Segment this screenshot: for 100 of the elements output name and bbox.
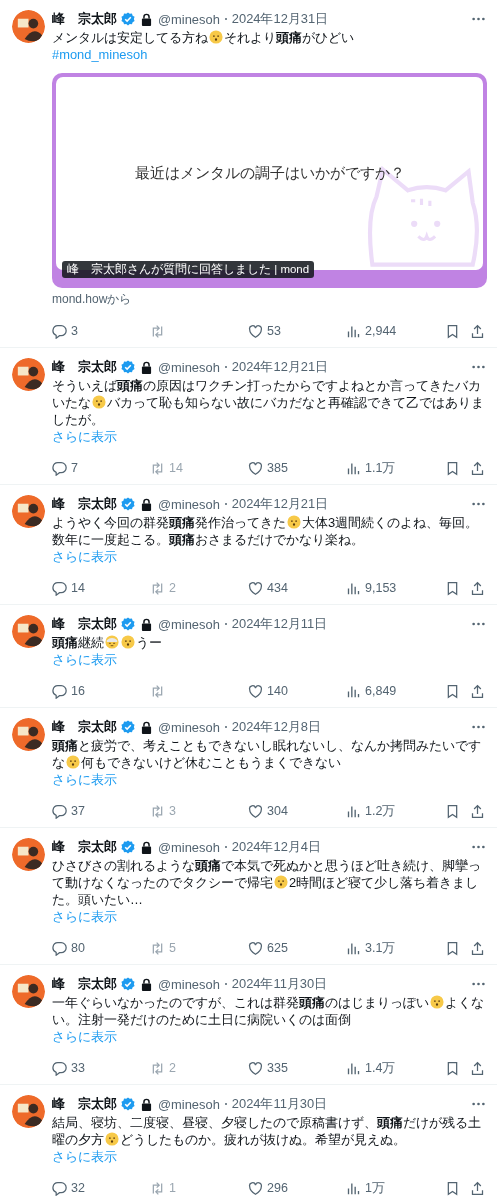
card-caption: 峰 宗太郎さんが質問に回答しました | mond <box>62 261 315 278</box>
more-icon[interactable] <box>472 725 485 729</box>
more-icon[interactable] <box>472 17 485 21</box>
link-card[interactable]: 最近はメンタルの調子はいかがですか？ 峰 宗太郎さんが質問に回答しました | mond <box>52 73 487 288</box>
post-text: 頭痛継続 うー <box>52 634 163 651</box>
more-icon[interactable] <box>472 365 485 369</box>
card-source[interactable]: mond.howから <box>52 291 132 308</box>
reply-icon[interactable] <box>52 940 67 956</box>
share-icon[interactable] <box>470 1060 485 1076</box>
repost-count: 1 <box>169 1181 176 1195</box>
face-emoji-icon <box>121 635 135 649</box>
bookmark-icon[interactable] <box>445 803 460 819</box>
author-name[interactable]: 峰 宗太郎 <box>52 1095 117 1113</box>
author-handle[interactable]: @minesoh <box>158 839 220 855</box>
bookmark-icon[interactable] <box>445 940 460 956</box>
more-icon[interactable] <box>472 845 485 849</box>
reply-count: 80 <box>71 941 85 955</box>
reply-count: 7 <box>71 461 78 475</box>
avatar[interactable] <box>12 495 45 528</box>
bookmark-icon[interactable] <box>445 580 460 596</box>
like-icon[interactable] <box>248 323 263 339</box>
share-icon[interactable] <box>470 683 485 699</box>
avatar[interactable] <box>12 358 45 391</box>
more-icon[interactable] <box>472 982 485 986</box>
more-icon[interactable] <box>472 622 485 626</box>
repost-count: 3 <box>169 804 176 818</box>
views-count: 3.1万 <box>365 939 396 957</box>
reply-icon[interactable] <box>52 460 67 476</box>
views-count: 6,849 <box>365 684 397 698</box>
author-handle[interactable]: @minesoh <box>158 496 220 512</box>
post-date[interactable]: 2024年11月30日 <box>231 975 328 993</box>
post-date[interactable]: 2024年12月11日 <box>231 615 328 633</box>
share-icon[interactable] <box>470 940 485 956</box>
bookmark-icon[interactable] <box>445 460 460 476</box>
share-icon[interactable] <box>470 803 485 819</box>
author-name[interactable]: 峰 宗太郎 <box>52 358 117 376</box>
face-emoji-icon <box>209 30 223 44</box>
post-date[interactable]: 2024年12月21日 <box>231 358 329 376</box>
avatar[interactable] <box>12 718 45 751</box>
like-icon[interactable] <box>248 1060 263 1076</box>
author-name[interactable]: 峰 宗太郎 <box>52 975 117 993</box>
avatar[interactable] <box>12 838 45 871</box>
like-icon[interactable] <box>248 580 263 596</box>
more-icon[interactable] <box>472 1102 485 1106</box>
avatar[interactable] <box>12 10 45 43</box>
author-name[interactable]: 峰 宗太郎 <box>52 718 117 736</box>
avatar[interactable] <box>12 975 45 1008</box>
post-date[interactable]: 2024年12月8日 <box>231 718 321 736</box>
face-emoji-icon <box>92 395 106 409</box>
more-icon[interactable] <box>472 502 485 506</box>
face-emoji-icon <box>287 515 301 529</box>
reply-count: 33 <box>71 1061 85 1075</box>
share-icon[interactable] <box>470 1180 485 1196</box>
like-icon[interactable] <box>248 1180 263 1196</box>
question-text: 最近はメンタルの調子はいかがですか？ <box>134 164 405 183</box>
like-count: 335 <box>267 1061 288 1075</box>
reply-icon[interactable] <box>52 683 67 699</box>
reply-count: 37 <box>71 804 85 818</box>
post-date[interactable]: 2024年11月30日 <box>231 1095 328 1113</box>
author-handle[interactable]: @minesoh <box>158 1096 220 1112</box>
reply-icon[interactable] <box>52 1060 67 1076</box>
like-count: 304 <box>267 804 288 818</box>
reply-icon[interactable] <box>52 1180 67 1196</box>
author-name[interactable]: 峰 宗太郎 <box>52 615 117 633</box>
author-name[interactable]: 峰 宗太郎 <box>52 10 117 28</box>
bookmark-icon[interactable] <box>445 323 460 339</box>
views-count: 2,944 <box>365 324 397 338</box>
bookmark-icon[interactable] <box>445 1060 460 1076</box>
like-count: 53 <box>267 324 281 338</box>
author-name[interactable]: 峰 宗太郎 <box>52 838 117 856</box>
post-date[interactable]: 2024年12月4日 <box>231 838 321 856</box>
author-handle[interactable]: @minesoh <box>158 719 220 735</box>
author-handle[interactable]: @minesoh <box>158 359 220 375</box>
reply-count: 32 <box>71 1181 85 1195</box>
like-count: 625 <box>267 941 288 955</box>
author-handle[interactable]: @minesoh <box>158 11 220 27</box>
author-name[interactable]: 峰 宗太郎 <box>52 495 117 513</box>
views-count: 1.4万 <box>365 1059 396 1077</box>
reply-icon[interactable] <box>52 323 67 339</box>
like-icon[interactable] <box>248 460 263 476</box>
avatar[interactable] <box>12 615 45 648</box>
post-date[interactable]: 2024年12月31日 <box>231 10 329 28</box>
reply-icon[interactable] <box>52 803 67 819</box>
author-handle[interactable]: @minesoh <box>158 616 220 632</box>
share-icon[interactable] <box>470 323 485 339</box>
share-icon[interactable] <box>470 460 485 476</box>
like-icon[interactable] <box>248 683 263 699</box>
bookmark-icon[interactable] <box>445 1180 460 1196</box>
repost-count: 2 <box>169 581 176 595</box>
like-icon[interactable] <box>248 803 263 819</box>
avatar[interactable] <box>12 1095 45 1128</box>
reply-icon[interactable] <box>52 580 67 596</box>
author-handle[interactable]: @minesoh <box>158 976 220 992</box>
post-date[interactable]: 2024年12月21日 <box>231 495 329 513</box>
bookmark-icon[interactable] <box>445 683 460 699</box>
views-count: 1.2万 <box>365 802 396 820</box>
like-icon[interactable] <box>248 940 263 956</box>
share-icon[interactable] <box>470 580 485 596</box>
like-count: 434 <box>267 581 288 595</box>
views-count: 1.1万 <box>365 459 396 477</box>
